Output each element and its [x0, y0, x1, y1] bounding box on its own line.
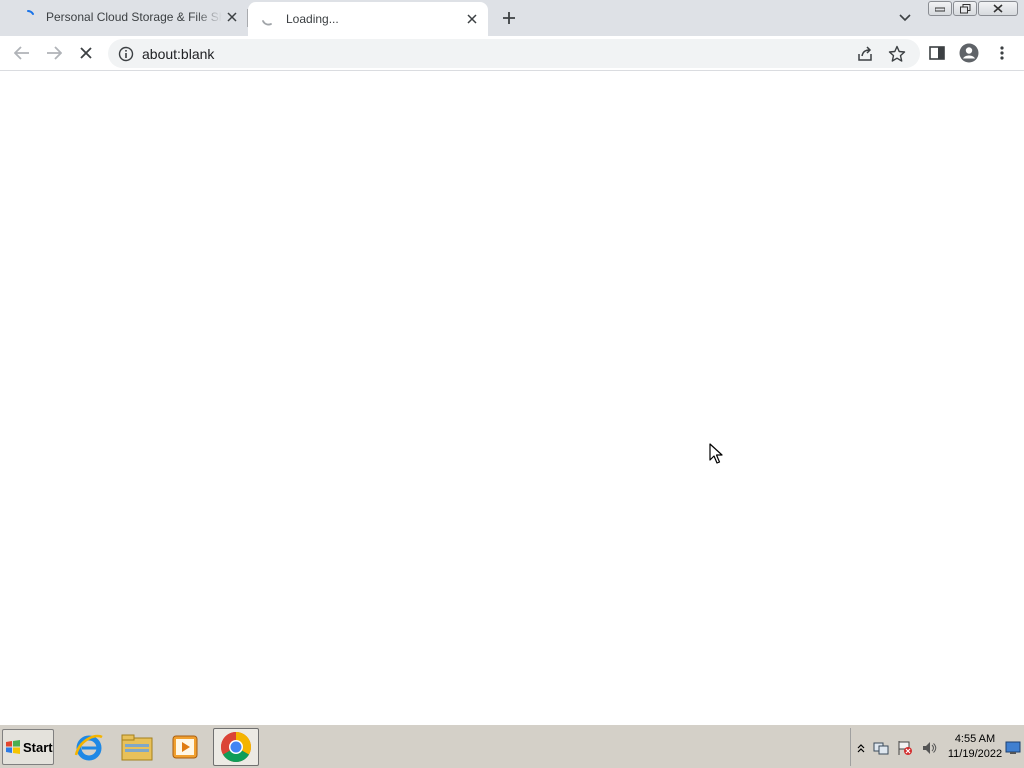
browser-toolbar: about:blank	[0, 36, 1024, 71]
tab-loading[interactable]: Loading...	[248, 2, 488, 36]
restore-button[interactable]	[953, 1, 977, 16]
internet-explorer-icon	[74, 734, 103, 761]
action-center-flag-icon	[898, 741, 912, 755]
desktop-icon	[1005, 741, 1021, 754]
tray-volume[interactable]	[921, 740, 937, 756]
profile-button[interactable]	[956, 40, 982, 66]
page-content	[0, 72, 1024, 724]
back-button[interactable]	[9, 40, 35, 66]
new-tab-button[interactable]	[498, 7, 520, 29]
start-label: Start	[23, 739, 53, 755]
start-button[interactable]: Start	[2, 729, 54, 765]
arrow-left-icon	[14, 46, 29, 60]
minimize-icon	[935, 7, 945, 11]
kebab-menu-icon	[1000, 46, 1004, 60]
taskbar: Start 4:55 AM 11/19/2022	[0, 724, 1024, 768]
system-tray: 4:55 AM 11/19/2022	[850, 728, 1022, 766]
plus-icon	[503, 12, 515, 24]
tab-strip: Personal Cloud Storage & File Sharing Lo…	[0, 0, 1024, 36]
tab-close-icon[interactable]	[222, 7, 242, 27]
tab-personal-cloud-storage[interactable]: Personal Cloud Storage & File Sharing	[8, 0, 248, 34]
taskbar-clock[interactable]: 4:55 AM 11/19/2022	[943, 732, 1007, 762]
profile-avatar-icon	[959, 43, 979, 63]
close-icon	[993, 4, 1003, 13]
address-url[interactable]: about:blank	[142, 46, 214, 62]
chrome-icon	[220, 732, 252, 763]
tray-action-center[interactable]	[897, 740, 913, 756]
tab-title: Personal Cloud Storage & File Sharing	[46, 10, 222, 24]
side-panel-icon	[929, 46, 945, 60]
mouse-cursor-icon	[709, 443, 723, 464]
taskbar-media-player[interactable]	[162, 728, 208, 766]
close-window-button[interactable]	[978, 1, 1018, 16]
windows-logo-icon	[6, 740, 20, 754]
show-desktop-button[interactable]	[1005, 740, 1021, 756]
stop-x-icon	[80, 47, 92, 59]
network-icon	[873, 742, 889, 755]
address-bar[interactable]: about:blank	[108, 39, 920, 68]
chevron-up-icon	[857, 744, 865, 753]
tray-network[interactable]	[873, 740, 889, 756]
taskbar-internet-explorer[interactable]	[66, 728, 112, 766]
file-explorer-icon	[121, 734, 153, 761]
restore-icon	[959, 3, 970, 13]
bookmark-star-icon[interactable]	[888, 45, 906, 63]
tab-title: Loading...	[286, 12, 339, 26]
side-panel-button[interactable]	[924, 40, 950, 66]
chevron-down-icon	[899, 14, 911, 22]
stop-loading-button[interactable]	[73, 40, 99, 66]
taskbar-chrome[interactable]	[213, 728, 259, 766]
clock-time: 4:55 AM	[954, 733, 996, 745]
loading-spinner-icon	[27, 10, 34, 15]
arrow-right-icon	[47, 46, 62, 60]
show-hidden-icons-button[interactable]	[853, 740, 869, 756]
taskbar-file-explorer[interactable]	[114, 728, 160, 766]
media-player-icon	[172, 735, 198, 759]
menu-button[interactable]	[989, 40, 1015, 66]
window-controls	[928, 1, 1019, 16]
minimize-button[interactable]	[928, 1, 952, 16]
loading-spinner-icon	[262, 20, 272, 26]
speaker-icon	[923, 742, 937, 754]
tab-close-icon[interactable]	[462, 9, 482, 29]
clock-date: 11/19/2022	[947, 748, 1003, 760]
share-icon[interactable]	[856, 45, 874, 63]
tab-search-button[interactable]	[894, 7, 916, 29]
forward-button[interactable]	[41, 40, 67, 66]
info-icon[interactable]	[118, 46, 134, 62]
